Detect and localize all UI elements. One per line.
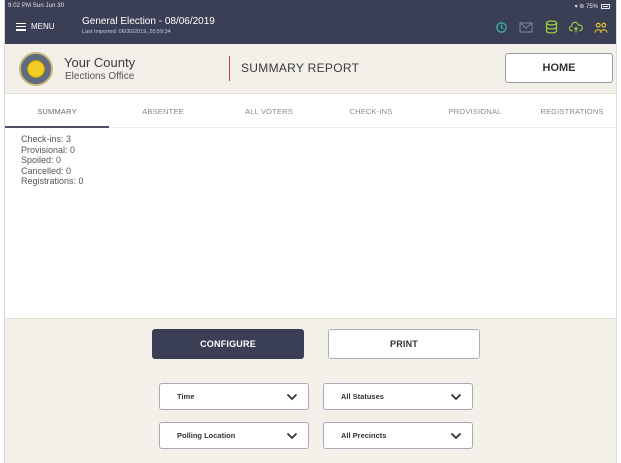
county-office: Elections Office bbox=[65, 71, 135, 82]
menu-label: MENU bbox=[31, 22, 55, 31]
chevron-down-icon bbox=[286, 393, 298, 401]
status-indicator-text: ▾ ⊛ 75% bbox=[574, 4, 598, 10]
summary-provisional: Provisional: 0 bbox=[21, 144, 76, 155]
home-button[interactable]: HOME bbox=[505, 53, 613, 83]
county-name: Your County bbox=[64, 55, 136, 70]
users-icon[interactable] bbox=[594, 20, 608, 34]
print-button[interactable]: PRINT bbox=[328, 329, 480, 359]
chevron-down-icon bbox=[286, 432, 298, 440]
summary-list: Check-ins: 3 Provisional: 0 Spoiled: 0 C… bbox=[21, 134, 84, 187]
tab-registrations[interactable]: REGISTRATIONS bbox=[527, 94, 617, 128]
app-window: 9:02 PM Sun Jun 30 ▾ ⊛ 75% MENU General … bbox=[4, 0, 617, 463]
action-bar: CONFIGURE PRINT bbox=[5, 318, 616, 366]
configure-button[interactable]: CONFIGURE bbox=[152, 329, 304, 359]
tab-provisional[interactable]: PROVISIONAL bbox=[423, 94, 527, 128]
status-time: 9:02 PM Sun Jun 30 bbox=[8, 3, 65, 9]
summary-registrations: Registrations: 0 bbox=[21, 176, 84, 186]
tab-check-ins[interactable]: CHECK-INS bbox=[323, 94, 419, 128]
chevron-down-icon bbox=[450, 393, 462, 401]
header-divider bbox=[229, 56, 230, 81]
status-dropdown-label: All Statuses bbox=[341, 392, 384, 401]
summary-panel: Check-ins: 3 Provisional: 0 Spoiled: 0 C… bbox=[5, 128, 616, 318]
election-title: General Election - 08/06/2019 bbox=[82, 16, 215, 27]
database-icon[interactable] bbox=[544, 20, 558, 34]
summary-checkins: Check-ins: 3 bbox=[21, 134, 72, 144]
time-dropdown[interactable]: Time bbox=[159, 383, 309, 410]
summary-cancelled: Cancelled: 0 bbox=[21, 165, 72, 176]
polling-location-dropdown[interactable]: Polling Location bbox=[159, 422, 309, 449]
mail-icon[interactable] bbox=[519, 20, 533, 34]
precinct-dropdown-label: All Precincts bbox=[341, 431, 387, 440]
hamburger-icon bbox=[16, 22, 26, 31]
status-indicators: ▾ ⊛ 75% bbox=[575, 3, 610, 10]
report-tabs: SUMMARY ABSENTEE ALL VOTERS CHECK-INS PR… bbox=[5, 94, 616, 128]
tab-summary[interactable]: SUMMARY bbox=[5, 94, 109, 128]
history-icon[interactable] bbox=[494, 20, 508, 34]
menu-button[interactable]: MENU bbox=[16, 22, 55, 31]
status-dropdown[interactable]: All Statuses bbox=[323, 383, 473, 410]
cloud-upload-icon[interactable] bbox=[569, 20, 583, 34]
title-bar: 9:02 PM Sun Jun 30 ▾ ⊛ 75% MENU General … bbox=[5, 0, 616, 44]
tab-all-voters[interactable]: ALL VOTERS bbox=[217, 94, 321, 128]
county-seal-logo bbox=[19, 52, 53, 86]
battery-icon bbox=[601, 4, 610, 9]
polling-location-dropdown-label: Polling Location bbox=[177, 431, 236, 440]
precinct-dropdown[interactable]: All Precincts bbox=[323, 422, 473, 449]
toolbar-icons bbox=[494, 20, 608, 34]
summary-spoiled: Spoiled: 0 bbox=[21, 155, 62, 165]
page-header: Your County Elections Office SUMMARY REP… bbox=[5, 44, 616, 94]
chevron-down-icon bbox=[450, 432, 462, 440]
time-dropdown-label: Time bbox=[177, 392, 195, 401]
tab-absentee[interactable]: ABSENTEE bbox=[115, 94, 211, 128]
filter-panel: Time All Statuses Polling Location All P… bbox=[5, 366, 616, 463]
last-imported: Last Imported: 06/30/2019, 20:59:34 bbox=[82, 29, 171, 35]
page-title: SUMMARY REPORT bbox=[241, 61, 360, 75]
